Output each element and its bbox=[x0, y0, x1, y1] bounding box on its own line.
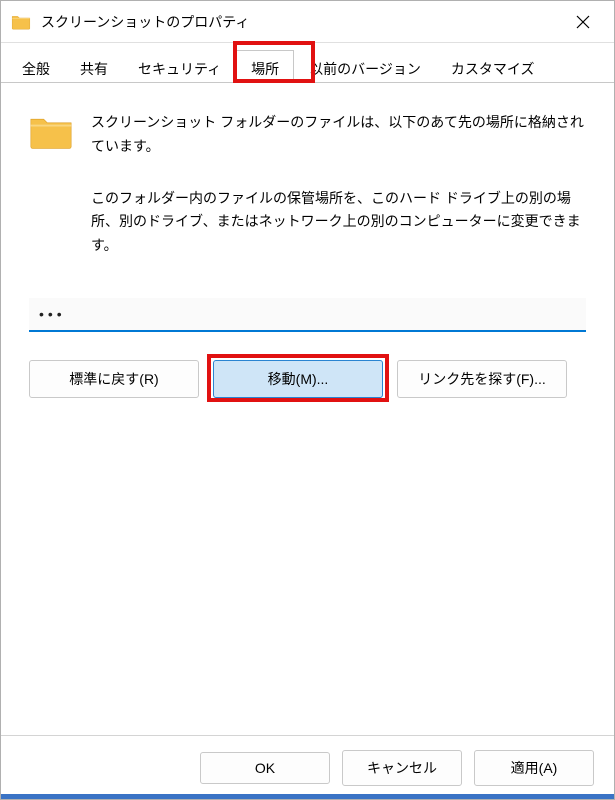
tabstrip: 全般 共有 セキュリティ 場所 以前のバージョン カスタマイズ bbox=[1, 43, 614, 83]
tab-sharing[interactable]: 共有 bbox=[65, 50, 123, 83]
dialog-footer: OK キャンセル 適用(A) bbox=[1, 735, 614, 799]
close-button[interactable] bbox=[562, 4, 604, 40]
bottom-accent bbox=[1, 794, 614, 799]
ok-button[interactable]: OK bbox=[200, 752, 330, 784]
tab-location[interactable]: 場所 bbox=[236, 50, 294, 83]
properties-dialog: スクリーンショットのプロパティ 全般 共有 セキュリティ 場所 以前のバージョン… bbox=[0, 0, 615, 800]
tab-content-location: スクリーンショット フォルダーのファイルは、以下のあて先の場所に格納されています… bbox=[1, 83, 614, 735]
folder-icon-large bbox=[29, 113, 73, 151]
close-icon bbox=[576, 15, 590, 29]
tab-general[interactable]: 全般 bbox=[7, 50, 65, 83]
move-button[interactable]: 移動(M)... bbox=[213, 360, 383, 398]
path-input[interactable] bbox=[29, 298, 586, 332]
find-target-button[interactable]: リンク先を探す(F)... bbox=[397, 360, 567, 398]
tab-customize[interactable]: カスタマイズ bbox=[436, 50, 550, 83]
apply-button[interactable]: 適用(A) bbox=[474, 750, 594, 786]
description-text-1: スクリーンショット フォルダーのファイルは、以下のあて先の場所に格納されています… bbox=[91, 111, 586, 159]
folder-icon bbox=[11, 14, 31, 30]
location-buttons: 標準に戻す(R) 移動(M)... リンク先を探す(F)... bbox=[29, 360, 586, 398]
titlebar: スクリーンショットのプロパティ bbox=[1, 1, 614, 43]
description-text-2: このフォルダー内のファイルの保管場所を、このハード ドライブ上の別の場所、別のド… bbox=[91, 187, 586, 258]
cancel-button[interactable]: キャンセル bbox=[342, 750, 462, 786]
window-title: スクリーンショットのプロパティ bbox=[41, 12, 562, 32]
description-row: スクリーンショット フォルダーのファイルは、以下のあて先の場所に格納されています… bbox=[29, 111, 586, 159]
restore-default-button[interactable]: 標準に戻す(R) bbox=[29, 360, 199, 398]
tab-previous-versions[interactable]: 以前のバージョン bbox=[294, 50, 436, 83]
tab-security[interactable]: セキュリティ bbox=[123, 50, 236, 83]
